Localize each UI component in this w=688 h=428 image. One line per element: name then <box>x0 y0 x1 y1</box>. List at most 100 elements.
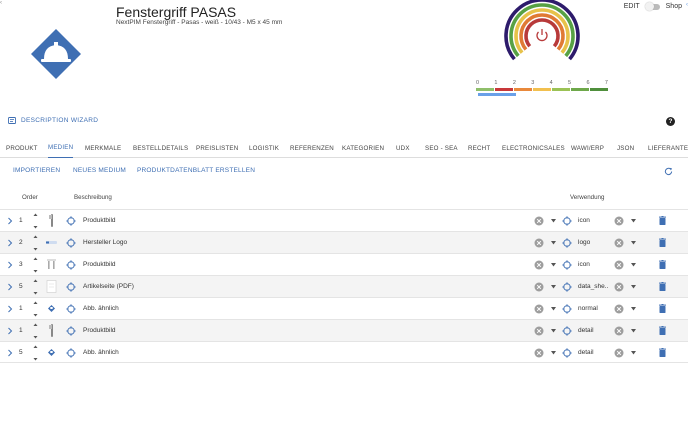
order-stepper-icon[interactable] <box>33 323 38 339</box>
order-input[interactable]: 1 <box>19 327 31 336</box>
order-input[interactable]: 2 <box>19 239 31 248</box>
chevron-down-icon[interactable] <box>631 285 636 289</box>
clear-icon[interactable] <box>534 326 544 336</box>
chevron-down-icon[interactable] <box>551 329 556 333</box>
expand-chevron-icon[interactable] <box>7 239 13 247</box>
chevron-down-icon[interactable] <box>631 241 636 245</box>
chevron-down-icon[interactable] <box>551 351 556 355</box>
usage-select[interactable]: logo <box>578 239 608 246</box>
import-button[interactable]: IMPORTIEREN <box>13 167 60 174</box>
chevron-down-icon[interactable] <box>551 263 556 267</box>
trash-icon[interactable] <box>659 282 666 291</box>
handle-thumb[interactable] <box>44 213 59 228</box>
edit-toggle[interactable] <box>644 2 660 11</box>
new-media-button[interactable]: NEUES MEDIUM <box>73 167 126 174</box>
expand-chevron-icon[interactable] <box>7 327 13 335</box>
crosshair-icon[interactable] <box>66 260 76 270</box>
help-icon[interactable]: ? <box>666 117 675 126</box>
chevron-down-icon[interactable] <box>631 307 636 311</box>
usage-select[interactable]: detail <box>578 349 608 356</box>
clear-icon[interactable] <box>534 304 544 314</box>
clear-icon[interactable] <box>534 216 544 226</box>
chevron-down-icon[interactable] <box>631 219 636 223</box>
clear-icon[interactable] <box>614 326 624 336</box>
handle-thumb[interactable] <box>44 323 59 338</box>
order-stepper-icon[interactable] <box>33 279 38 295</box>
chevron-down-icon[interactable] <box>631 351 636 355</box>
tab-udx[interactable]: UDX <box>396 138 410 158</box>
expand-chevron-icon[interactable] <box>7 305 13 313</box>
clear-icon[interactable] <box>534 348 544 358</box>
trash-icon[interactable] <box>659 326 666 335</box>
tab-json[interactable]: JSON <box>617 138 634 158</box>
usage-select[interactable]: icon <box>578 217 608 224</box>
tab-preislisten[interactable]: PREISLISTEN <box>196 138 238 158</box>
trash-icon[interactable] <box>659 238 666 247</box>
order-input[interactable]: 3 <box>19 261 31 270</box>
crosshair-icon[interactable] <box>562 216 572 226</box>
expand-chevron-icon[interactable] <box>7 283 13 291</box>
crosshair-icon[interactable] <box>562 282 572 292</box>
tab-electronicsales[interactable]: ELECTRONICSALES <box>502 138 565 158</box>
trash-icon[interactable] <box>659 260 666 269</box>
tab-produkt[interactable]: PRODUKT <box>6 138 38 158</box>
chevron-down-icon[interactable] <box>551 241 556 245</box>
usage-select[interactable]: data_she... <box>578 283 608 290</box>
tab-referenzen[interactable]: REFERENZEN <box>290 138 334 158</box>
clear-icon[interactable] <box>614 282 624 292</box>
clear-icon[interactable] <box>534 238 544 248</box>
tab-bestelldetails[interactable]: BESTELLDETAILS <box>133 138 188 158</box>
expand-chevron-icon[interactable] <box>7 261 13 269</box>
pdf-thumb[interactable] <box>44 279 59 294</box>
chevron-down-icon[interactable] <box>551 307 556 311</box>
chevron-down-icon[interactable] <box>551 219 556 223</box>
order-stepper-icon[interactable] <box>33 345 38 361</box>
tab-seo-sea[interactable]: SEO - SEA <box>425 138 458 158</box>
logo-thumb[interactable] <box>44 235 59 250</box>
clear-icon[interactable] <box>534 282 544 292</box>
refresh-icon[interactable] <box>664 167 673 176</box>
clear-icon[interactable] <box>614 348 624 358</box>
usage-select[interactable]: normal <box>578 305 608 312</box>
diamond-thumb[interactable] <box>44 345 59 360</box>
crosshair-icon[interactable] <box>562 304 572 314</box>
tab-recht[interactable]: RECHT <box>468 138 490 158</box>
order-stepper-icon[interactable] <box>33 257 38 273</box>
order-stepper-icon[interactable] <box>33 213 38 229</box>
back-arrow-icon[interactable]: ‹ <box>0 0 2 6</box>
usage-select[interactable]: detail <box>578 327 608 334</box>
chevron-down-icon[interactable] <box>551 285 556 289</box>
tab-kategorien[interactable]: KATEGORIEN <box>342 138 384 158</box>
handle-pair-thumb[interactable] <box>44 257 59 272</box>
expand-chevron-icon[interactable] <box>7 217 13 225</box>
crosshair-icon[interactable] <box>562 348 572 358</box>
description-wizard-button[interactable]: DESCRIPTION WIZARD <box>8 117 98 124</box>
expand-chevron-icon[interactable] <box>7 349 13 357</box>
crosshair-icon[interactable] <box>562 238 572 248</box>
trash-icon[interactable] <box>659 216 666 225</box>
crosshair-icon[interactable] <box>66 348 76 358</box>
order-input[interactable]: 1 <box>19 305 31 314</box>
crosshair-icon[interactable] <box>66 304 76 314</box>
tab-lieferanten[interactable]: LIEFERANTEN <box>648 138 688 158</box>
order-input[interactable]: 1 <box>19 217 31 226</box>
order-input[interactable]: 5 <box>19 283 31 292</box>
clear-icon[interactable] <box>534 260 544 270</box>
crosshair-icon[interactable] <box>66 216 76 226</box>
trash-icon[interactable] <box>659 348 666 357</box>
diamond-thumb[interactable] <box>44 301 59 316</box>
trash-icon[interactable] <box>659 304 666 313</box>
crosshair-icon[interactable] <box>562 326 572 336</box>
order-input[interactable]: 5 <box>19 349 31 358</box>
clear-icon[interactable] <box>614 304 624 314</box>
shop-link[interactable]: Shop <box>666 3 682 10</box>
create-datasheet-button[interactable]: PRODUKTDATENBLATT ERSTELLEN <box>137 167 255 174</box>
tab-merkmale[interactable]: MERKMALE <box>85 138 121 158</box>
tab-medien[interactable]: MEDIEN <box>48 138 74 158</box>
order-stepper-icon[interactable] <box>33 235 38 251</box>
clear-icon[interactable] <box>614 238 624 248</box>
chevron-down-icon[interactable] <box>631 263 636 267</box>
tab-wawi-erp[interactable]: WAWI/ERP <box>571 138 604 158</box>
clear-icon[interactable] <box>614 216 624 226</box>
clear-icon[interactable] <box>614 260 624 270</box>
